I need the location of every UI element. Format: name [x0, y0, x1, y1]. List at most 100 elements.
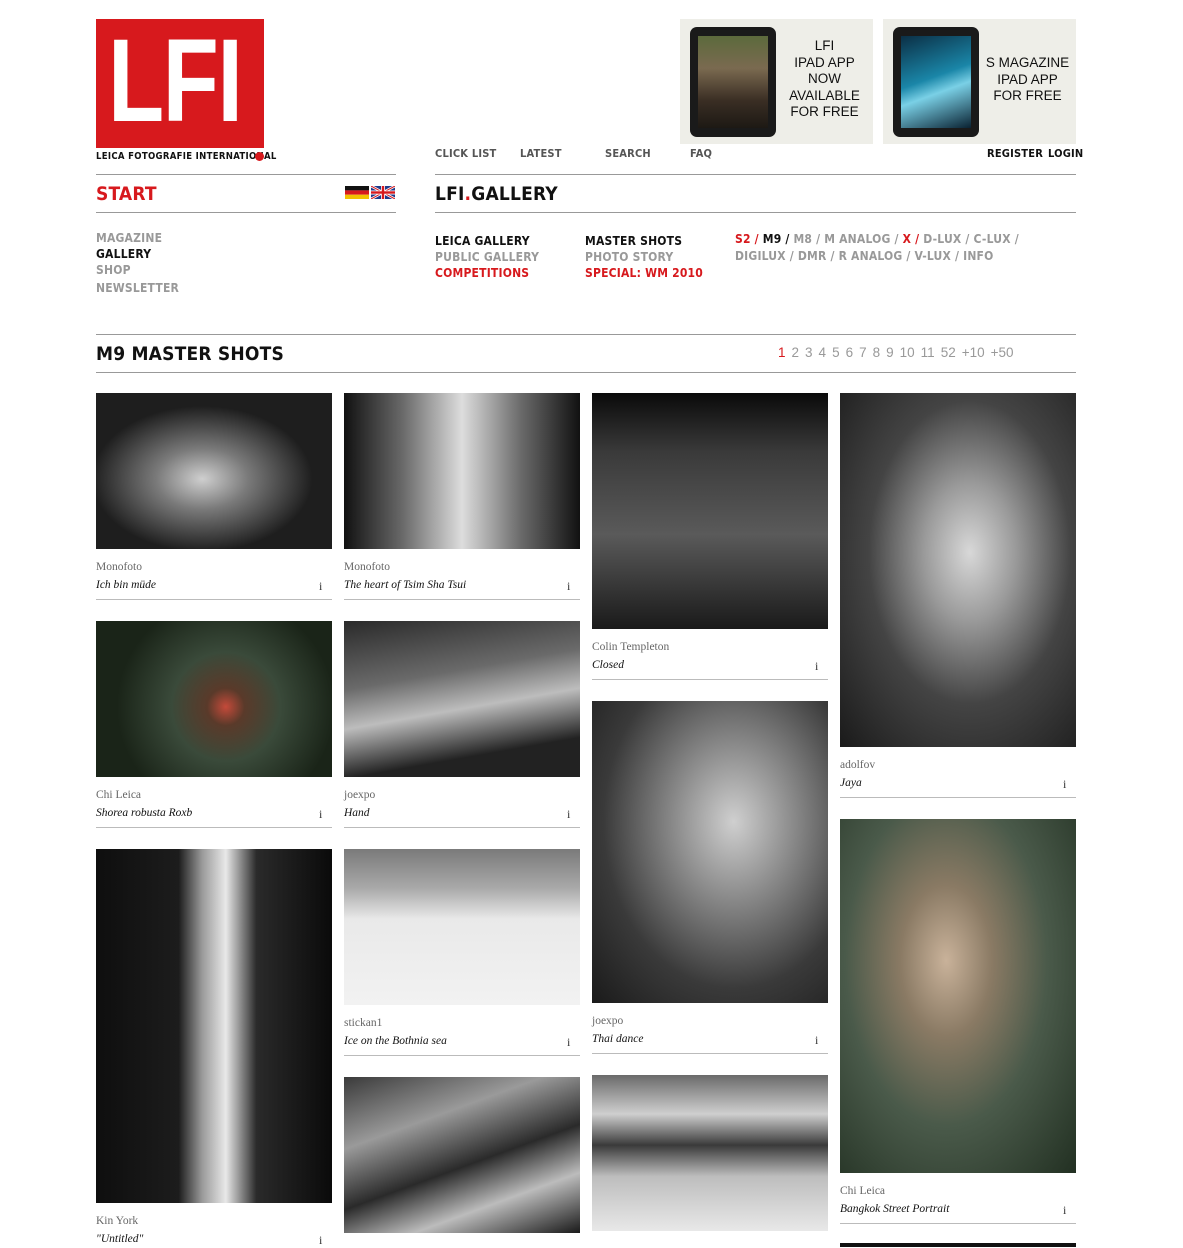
camera-m8[interactable]: M8 — [793, 232, 812, 246]
camera-x[interactable]: X — [903, 232, 912, 246]
page-link[interactable]: 3 — [805, 345, 813, 360]
photo-author[interactable]: stickan1 — [344, 1017, 382, 1029]
photo-thumbnail[interactable] — [840, 393, 1076, 747]
s-magazine-ipad-ad[interactable]: S MAGAZINE IPAD APP FOR FREE — [883, 19, 1076, 144]
divider — [96, 599, 332, 600]
camera-r-analog[interactable]: R ANALOG — [839, 249, 903, 263]
nav-faq[interactable]: FAQ — [690, 147, 712, 160]
photo-thumbnail[interactable] — [840, 1243, 1076, 1247]
page-link[interactable]: 2 — [792, 345, 800, 360]
photo-thumbnail[interactable] — [592, 1075, 828, 1231]
page-link[interactable]: +50 — [991, 345, 1014, 360]
lfi-logo[interactable]: LFI — [96, 19, 264, 148]
info-icon[interactable]: i — [567, 1035, 570, 1050]
page-link[interactable]: 4 — [819, 345, 827, 360]
photo-title[interactable]: Ich bin müde — [96, 579, 156, 591]
photo-thumbnail[interactable] — [344, 621, 580, 777]
lfi-ipad-app-ad[interactable]: LFI IPAD APP NOW AVAILABLE FOR FREE — [680, 19, 873, 144]
photo-title[interactable]: Bangkok Street Portrait — [840, 1203, 949, 1215]
subnav-master-shots[interactable]: MASTER SHOTS — [585, 234, 682, 248]
photo-title[interactable]: Shorea robusta Roxb — [96, 807, 192, 819]
divider — [96, 827, 332, 828]
photo-thumbnail[interactable] — [840, 819, 1076, 1173]
nav-latest[interactable]: LATEST — [520, 147, 562, 160]
pagination: 1 2 3 4 5 6 7 8 9 10 11 52 +10 +50 — [778, 345, 1014, 360]
page-link[interactable]: 52 — [941, 345, 956, 360]
page-link[interactable]: 10 — [900, 345, 915, 360]
camera-s2[interactable]: S2 — [735, 232, 751, 246]
subnav-public-gallery[interactable]: PUBLIC GALLERY — [435, 250, 539, 264]
photo-author[interactable]: Monofoto — [96, 561, 142, 573]
info-icon[interactable]: i — [567, 807, 570, 822]
photo-thumbnail[interactable] — [96, 621, 332, 777]
page-link[interactable]: 1 — [778, 345, 786, 360]
camera-digilux[interactable]: DIGILUX — [735, 249, 786, 263]
subnav-photo-story[interactable]: PHOTO STORY — [585, 250, 673, 264]
title-gallery: GALLERY — [471, 183, 558, 205]
photo-author[interactable]: Colin Templeton — [592, 641, 669, 653]
uk-flag-icon[interactable] — [371, 186, 395, 199]
subnav-leica-gallery[interactable]: LEICA GALLERY — [435, 234, 530, 248]
page-link[interactable]: 9 — [886, 345, 894, 360]
camera-info[interactable]: INFO — [963, 249, 993, 263]
photo-title[interactable]: "Untitled" — [96, 1233, 143, 1245]
photo-thumbnail[interactable] — [96, 849, 332, 1203]
camera-m-analog[interactable]: M ANALOG — [824, 232, 890, 246]
subnav-special-wm-2010[interactable]: SPECIAL: WM 2010 — [585, 266, 703, 280]
camera-c-lux[interactable]: C-LUX — [974, 232, 1011, 246]
info-icon[interactable]: i — [815, 659, 818, 674]
photo-thumbnail[interactable] — [96, 393, 332, 549]
photo-author[interactable]: Chi Leica — [96, 789, 141, 801]
photo-author[interactable]: joexpo — [344, 789, 375, 801]
photo-thumbnail[interactable] — [344, 393, 580, 549]
ad-text: S MAGAZINE IPAD APP FOR FREE — [985, 55, 1070, 103]
divider — [592, 679, 828, 680]
german-flag-icon[interactable] — [345, 186, 369, 199]
info-icon[interactable]: i — [319, 579, 322, 594]
page-link[interactable]: 11 — [921, 345, 935, 360]
photo-title[interactable]: Thai dance — [592, 1033, 643, 1045]
photo-thumbnail[interactable] — [344, 1077, 580, 1233]
sidebar-item-shop[interactable]: SHOP — [96, 263, 131, 277]
sidebar-item-magazine[interactable]: MAGAZINE — [96, 231, 162, 245]
divider — [96, 174, 396, 175]
page-link[interactable]: 5 — [832, 345, 840, 360]
photo-author[interactable]: Chi Leica — [840, 1185, 885, 1197]
camera-m9[interactable]: M9 — [763, 232, 782, 246]
info-icon[interactable]: i — [567, 579, 570, 594]
info-icon[interactable]: i — [1063, 1203, 1066, 1218]
photo-author[interactable]: Kin York — [96, 1215, 138, 1227]
start-link[interactable]: START — [96, 183, 157, 205]
photo-author[interactable]: joexpo — [592, 1015, 623, 1027]
nav-register[interactable]: REGISTER — [987, 147, 1043, 160]
info-icon[interactable]: i — [815, 1033, 818, 1048]
info-icon[interactable]: i — [1063, 777, 1066, 792]
camera-d-lux[interactable]: D-LUX — [923, 232, 961, 246]
page-link[interactable]: 6 — [846, 345, 854, 360]
photo-title[interactable]: Ice on the Bothnia sea — [344, 1035, 447, 1047]
nav-click-list[interactable]: CLICK LIST — [435, 147, 497, 160]
section-title: M9 MASTER SHOTS — [96, 343, 284, 365]
camera-v-lux[interactable]: V-LUX — [915, 249, 952, 263]
page-link[interactable]: +10 — [962, 345, 985, 360]
camera-dmr[interactable]: DMR — [798, 249, 827, 263]
subnav-competitions[interactable]: COMPETITIONS — [435, 266, 529, 280]
photo-title[interactable]: Hand — [344, 807, 370, 819]
photo-thumbnail[interactable] — [592, 701, 828, 1003]
nav-login[interactable]: LOGIN — [1048, 147, 1083, 160]
photo-thumbnail[interactable] — [592, 393, 828, 629]
page-link[interactable]: 8 — [873, 345, 881, 360]
divider — [840, 1223, 1076, 1224]
photo-author[interactable]: adolfov — [840, 759, 875, 771]
photo-title[interactable]: Closed — [592, 659, 624, 671]
info-icon[interactable]: i — [319, 1233, 322, 1248]
page-link[interactable]: 7 — [859, 345, 867, 360]
sidebar-item-newsletter[interactable]: NEWSLETTER — [96, 281, 179, 295]
photo-title[interactable]: The heart of Tsim Sha Tsui — [344, 579, 466, 591]
info-icon[interactable]: i — [319, 807, 322, 822]
nav-search[interactable]: SEARCH — [605, 147, 651, 160]
sidebar-item-gallery[interactable]: GALLERY — [96, 247, 151, 261]
photo-author[interactable]: Monofoto — [344, 561, 390, 573]
photo-thumbnail[interactable] — [344, 849, 580, 1005]
photo-title[interactable]: Jaya — [840, 777, 862, 789]
